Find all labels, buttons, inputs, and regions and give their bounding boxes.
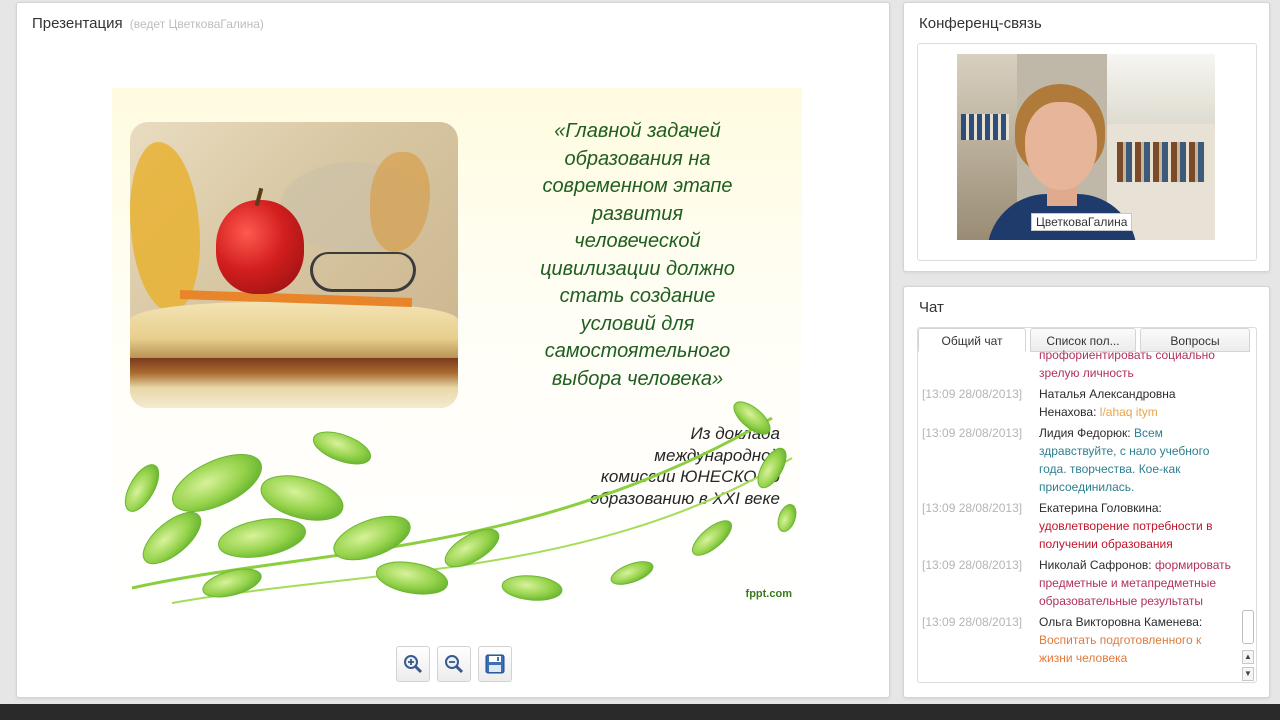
quote-line: условий для (580, 312, 695, 335)
message-timestamp: [13:09 28/08/2013] (922, 558, 1023, 572)
message-timestamp: [13:09 28/08/2013] (922, 615, 1023, 629)
chat-messages: профориентировать социально зрелую лично… (922, 350, 1232, 682)
conference-panel: Конференц-связь ЦветковаГалина (903, 2, 1270, 272)
bottom-strip (0, 704, 1280, 720)
arrow-up-icon: ▲ (1244, 652, 1252, 661)
zoom-out-button[interactable] (437, 646, 471, 682)
message-timestamp: [13:09 28/08/2013] (922, 387, 1023, 401)
presentation-slide: «Главной задачей образования на современно… (112, 88, 802, 608)
zoom-in-button[interactable] (396, 646, 430, 682)
arrow-down-icon: ▼ (1244, 669, 1252, 678)
chat-message: [13:09 28/08/2013] Наталья Александровна … (922, 385, 1232, 421)
partial-text-line-1: профориентировать социально (1039, 350, 1215, 362)
chat-panel: Чат Общий чат Список пол... Вопросы проф… (903, 286, 1270, 698)
scroll-down-button[interactable]: ▼ (1242, 667, 1254, 681)
chat-message: [13:09 28/08/2013] Екатерина Головкина: у… (922, 499, 1232, 553)
message-author[interactable]: Ольга Викторовна Каменева: (1039, 615, 1202, 629)
quote-line: самостоятельного (544, 340, 731, 362)
apple-image (216, 200, 304, 294)
presentation-panel: Презентация (ведет ЦветковаГалина) «Глав… (16, 2, 890, 698)
chat-title: Чат (919, 299, 944, 316)
quote-line: стать создание (559, 285, 716, 307)
leaves-decoration (124, 401, 797, 604)
chat-message: [13:09 28/08/2013] Николай Сафронов: форм… (922, 556, 1232, 610)
speaker-video[interactable]: ЦветковаГалина (957, 54, 1215, 240)
message-text: удовлетворение потребности в получении о… (1039, 519, 1213, 551)
tab-questions[interactable]: Вопросы (1140, 328, 1250, 352)
scroll-up-button[interactable]: ▲ (1242, 650, 1254, 664)
chat-frame: Общий чат Список пол... Вопросы профорие… (917, 327, 1257, 683)
chat-partial-message: профориентировать социально зрелую лично… (922, 350, 1232, 382)
quote-line: человеческой (574, 230, 701, 252)
message-author[interactable]: Николай Сафронов: (1039, 558, 1152, 572)
slide-quote: «Главной задачей образования на современно… (510, 118, 765, 393)
scroll-thumb[interactable] (1242, 610, 1254, 644)
tab-general-chat[interactable]: Общий чат (918, 328, 1026, 352)
message-author[interactable]: Лидия Федорюк: (1039, 426, 1131, 440)
slide-credit: fppt.com (745, 588, 792, 600)
message-text: l/ahaq itym (1099, 405, 1158, 419)
quote-line: образования на (564, 147, 711, 170)
message-text: Воспитать подготовленного к жизни челове… (1039, 633, 1202, 665)
floppy-disk-icon (485, 654, 505, 674)
partial-text-line-2: зрелую личность (1039, 366, 1134, 380)
quote-line: цивилизации должно (540, 257, 735, 280)
chat-message: [13:09 28/08/2013] Ольга Викторовна Камен… (922, 613, 1232, 667)
quote-line: «Главной задачей (554, 120, 721, 142)
presentation-title-text: Презентация (32, 15, 123, 32)
presenter-host-line: (ведет ЦветковаГалина) (129, 17, 264, 31)
message-timestamp: [13:09 28/08/2013] (922, 426, 1023, 440)
zoom-out-icon (445, 655, 464, 674)
conference-title: Конференц-связь (919, 15, 1042, 32)
slide-photo (130, 122, 458, 408)
message-timestamp: [13:09 28/08/2013] (922, 501, 1023, 515)
zoom-in-icon (404, 655, 423, 674)
chat-message: [13:09 28/08/2013] Лидия Федорюк: Всем зд… (922, 424, 1232, 496)
presentation-title: Презентация (ведет ЦветковаГалина) (32, 15, 264, 32)
tab-participants[interactable]: Список пол... (1030, 328, 1136, 352)
glasses-image (310, 252, 416, 292)
chat-scrollbar[interactable]: ▲ ▼ (1240, 354, 1256, 682)
video-frame: ЦветковаГалина (917, 43, 1257, 261)
save-button[interactable] (478, 646, 512, 682)
message-author[interactable]: Екатерина Головкина: (1039, 501, 1162, 515)
quote-line: современном этапе (542, 175, 733, 197)
speaker-name-label: ЦветковаГалина (1031, 213, 1133, 231)
quote-line: развития (591, 202, 684, 225)
